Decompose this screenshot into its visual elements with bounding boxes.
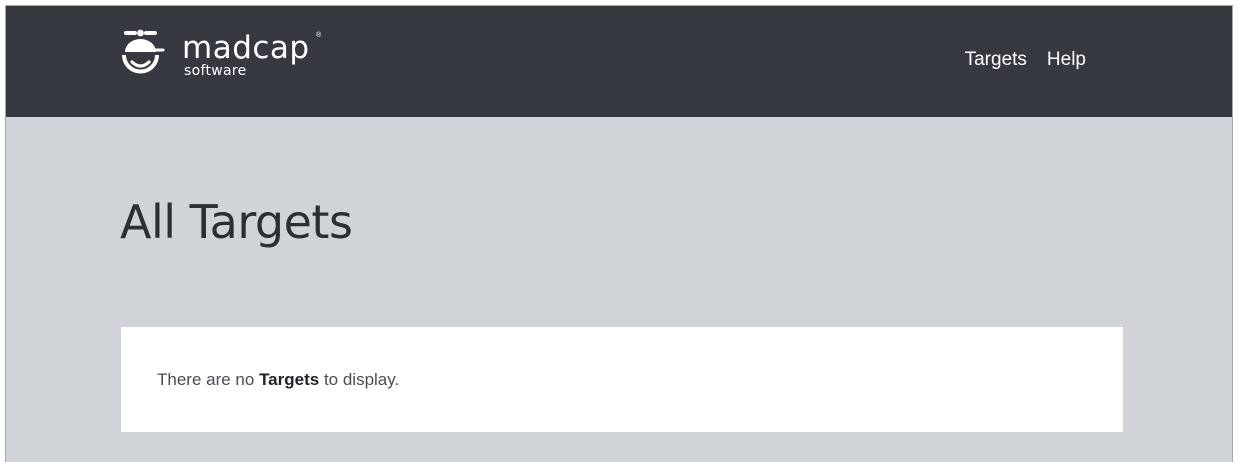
madcap-logo[interactable]: madcap ® software xyxy=(115,25,345,93)
empty-state-message: There are no Targets to display. xyxy=(157,370,399,390)
app-frame: madcap ® software Targets Help All Targe… xyxy=(5,5,1233,462)
nav-link-targets[interactable]: Targets xyxy=(965,49,1027,71)
targets-empty-card: There are no Targets to display. xyxy=(121,327,1123,432)
empty-message-suffix: to display. xyxy=(319,370,400,389)
madcap-propeller-cap-logo-icon xyxy=(122,29,165,74)
main-nav: Targets Help xyxy=(965,49,1086,71)
empty-message-prefix: There are no xyxy=(157,370,260,389)
top-navigation-bar: madcap ® software Targets Help xyxy=(6,6,1232,117)
page-title: All Targets xyxy=(120,195,353,249)
nav-link-help[interactable]: Help xyxy=(1047,49,1086,71)
brand-name: madcap xyxy=(182,30,310,66)
empty-message-emphasis: Targets xyxy=(259,370,320,389)
registered-mark: ® xyxy=(316,32,322,39)
brand-subtitle: software xyxy=(184,63,247,79)
